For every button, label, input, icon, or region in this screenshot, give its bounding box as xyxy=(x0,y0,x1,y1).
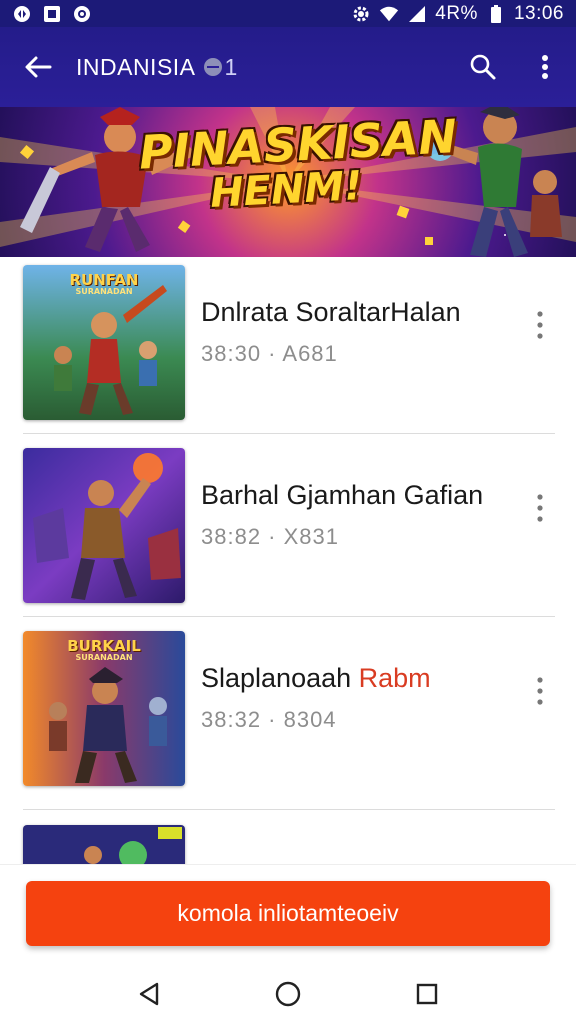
title-badge: 1 xyxy=(203,53,238,81)
more-vert-icon xyxy=(537,677,543,705)
app-bar: INDANISIA 1 xyxy=(0,27,576,107)
banner-title: PINASKISAN HENM! xyxy=(138,109,458,218)
status-bar: 4R% 13:06 xyxy=(0,0,576,27)
item-more-button[interactable] xyxy=(524,488,556,528)
game-thumbnail[interactable]: BURKAIL SURANADAN xyxy=(23,631,185,786)
nav-back-icon xyxy=(140,982,159,1006)
nav-recents-icon xyxy=(416,983,437,1005)
system-nav-bar xyxy=(0,964,576,1024)
game-thumbnail[interactable] xyxy=(23,448,185,603)
item-title: Barhal Gjamhan Gafian xyxy=(201,480,483,511)
item-title: Slaplanoaah Rabm xyxy=(201,663,431,694)
nav-home-button[interactable] xyxy=(258,964,318,1024)
search-icon xyxy=(470,54,496,80)
settings-gear-icon xyxy=(351,4,371,24)
item-more-button[interactable] xyxy=(524,671,556,711)
promo-banner[interactable]: PINASKISAN HENM! xyxy=(0,107,576,257)
item-title-text: Barhal Gjamhan Gafian xyxy=(201,480,484,510)
badge-icon xyxy=(203,58,222,76)
item-meta: 38:82 · X831 xyxy=(201,524,339,549)
item-meta: 38:32 · 8304 xyxy=(201,707,337,732)
page-title: INDANISIA 1 xyxy=(76,54,238,81)
wifi-icon xyxy=(379,4,399,24)
list-item[interactable]: Barhal Gjamhan Gafian 38:82 · X831 xyxy=(0,440,576,624)
battery-icon xyxy=(486,4,506,24)
item-title-accent: Rabm xyxy=(358,663,431,693)
item-title: Dnlrata SoraltarHalan xyxy=(201,297,461,328)
overflow-menu-button[interactable] xyxy=(514,27,576,107)
list-item[interactable]: RUNFAN SURANADAN Dnlrata SoraltarHalan 3… xyxy=(0,257,576,441)
back-button[interactable] xyxy=(0,27,76,107)
circle-app-icon xyxy=(72,4,92,24)
bottom-action-area: komola inliotamteoeiv xyxy=(0,864,576,964)
title-suffix: 1 xyxy=(224,53,238,80)
thumb-subtitle: SURANADAN xyxy=(75,653,133,662)
more-vert-icon xyxy=(542,55,548,79)
divider xyxy=(23,433,555,434)
item-title-text: Dnlrata SoraltarHalan xyxy=(201,297,461,327)
nav-back-button[interactable] xyxy=(119,964,179,1024)
clock: 13:06 xyxy=(513,2,564,24)
item-more-button[interactable] xyxy=(524,305,556,345)
battery-text: 4R% xyxy=(435,2,478,24)
game-thumbnail[interactable]: RUNFAN SURANADAN xyxy=(23,265,185,420)
back-arrow-icon xyxy=(25,56,52,78)
nav-home-icon xyxy=(275,981,301,1007)
thumb-subtitle: SURANADAN xyxy=(75,287,133,296)
more-vert-icon xyxy=(537,494,543,522)
nav-recents-button[interactable] xyxy=(397,964,457,1024)
image-icon xyxy=(42,4,62,24)
divider xyxy=(23,809,555,810)
search-button[interactable] xyxy=(452,27,514,107)
primary-action-button[interactable]: komola inliotamteoeiv xyxy=(26,881,550,946)
notification-icon xyxy=(12,4,32,24)
signal-icon xyxy=(407,4,427,24)
more-vert-icon xyxy=(537,311,543,339)
item-title-text: Slaplanoaah xyxy=(201,663,359,693)
list-item[interactable]: BURKAIL SURANADAN Slaplanoaah Rabm 38:32… xyxy=(0,623,576,810)
page-title-text: INDANISIA xyxy=(76,53,196,80)
item-meta: 38:30 · A681 xyxy=(201,341,338,366)
game-art-image xyxy=(23,448,185,603)
divider xyxy=(23,616,555,617)
